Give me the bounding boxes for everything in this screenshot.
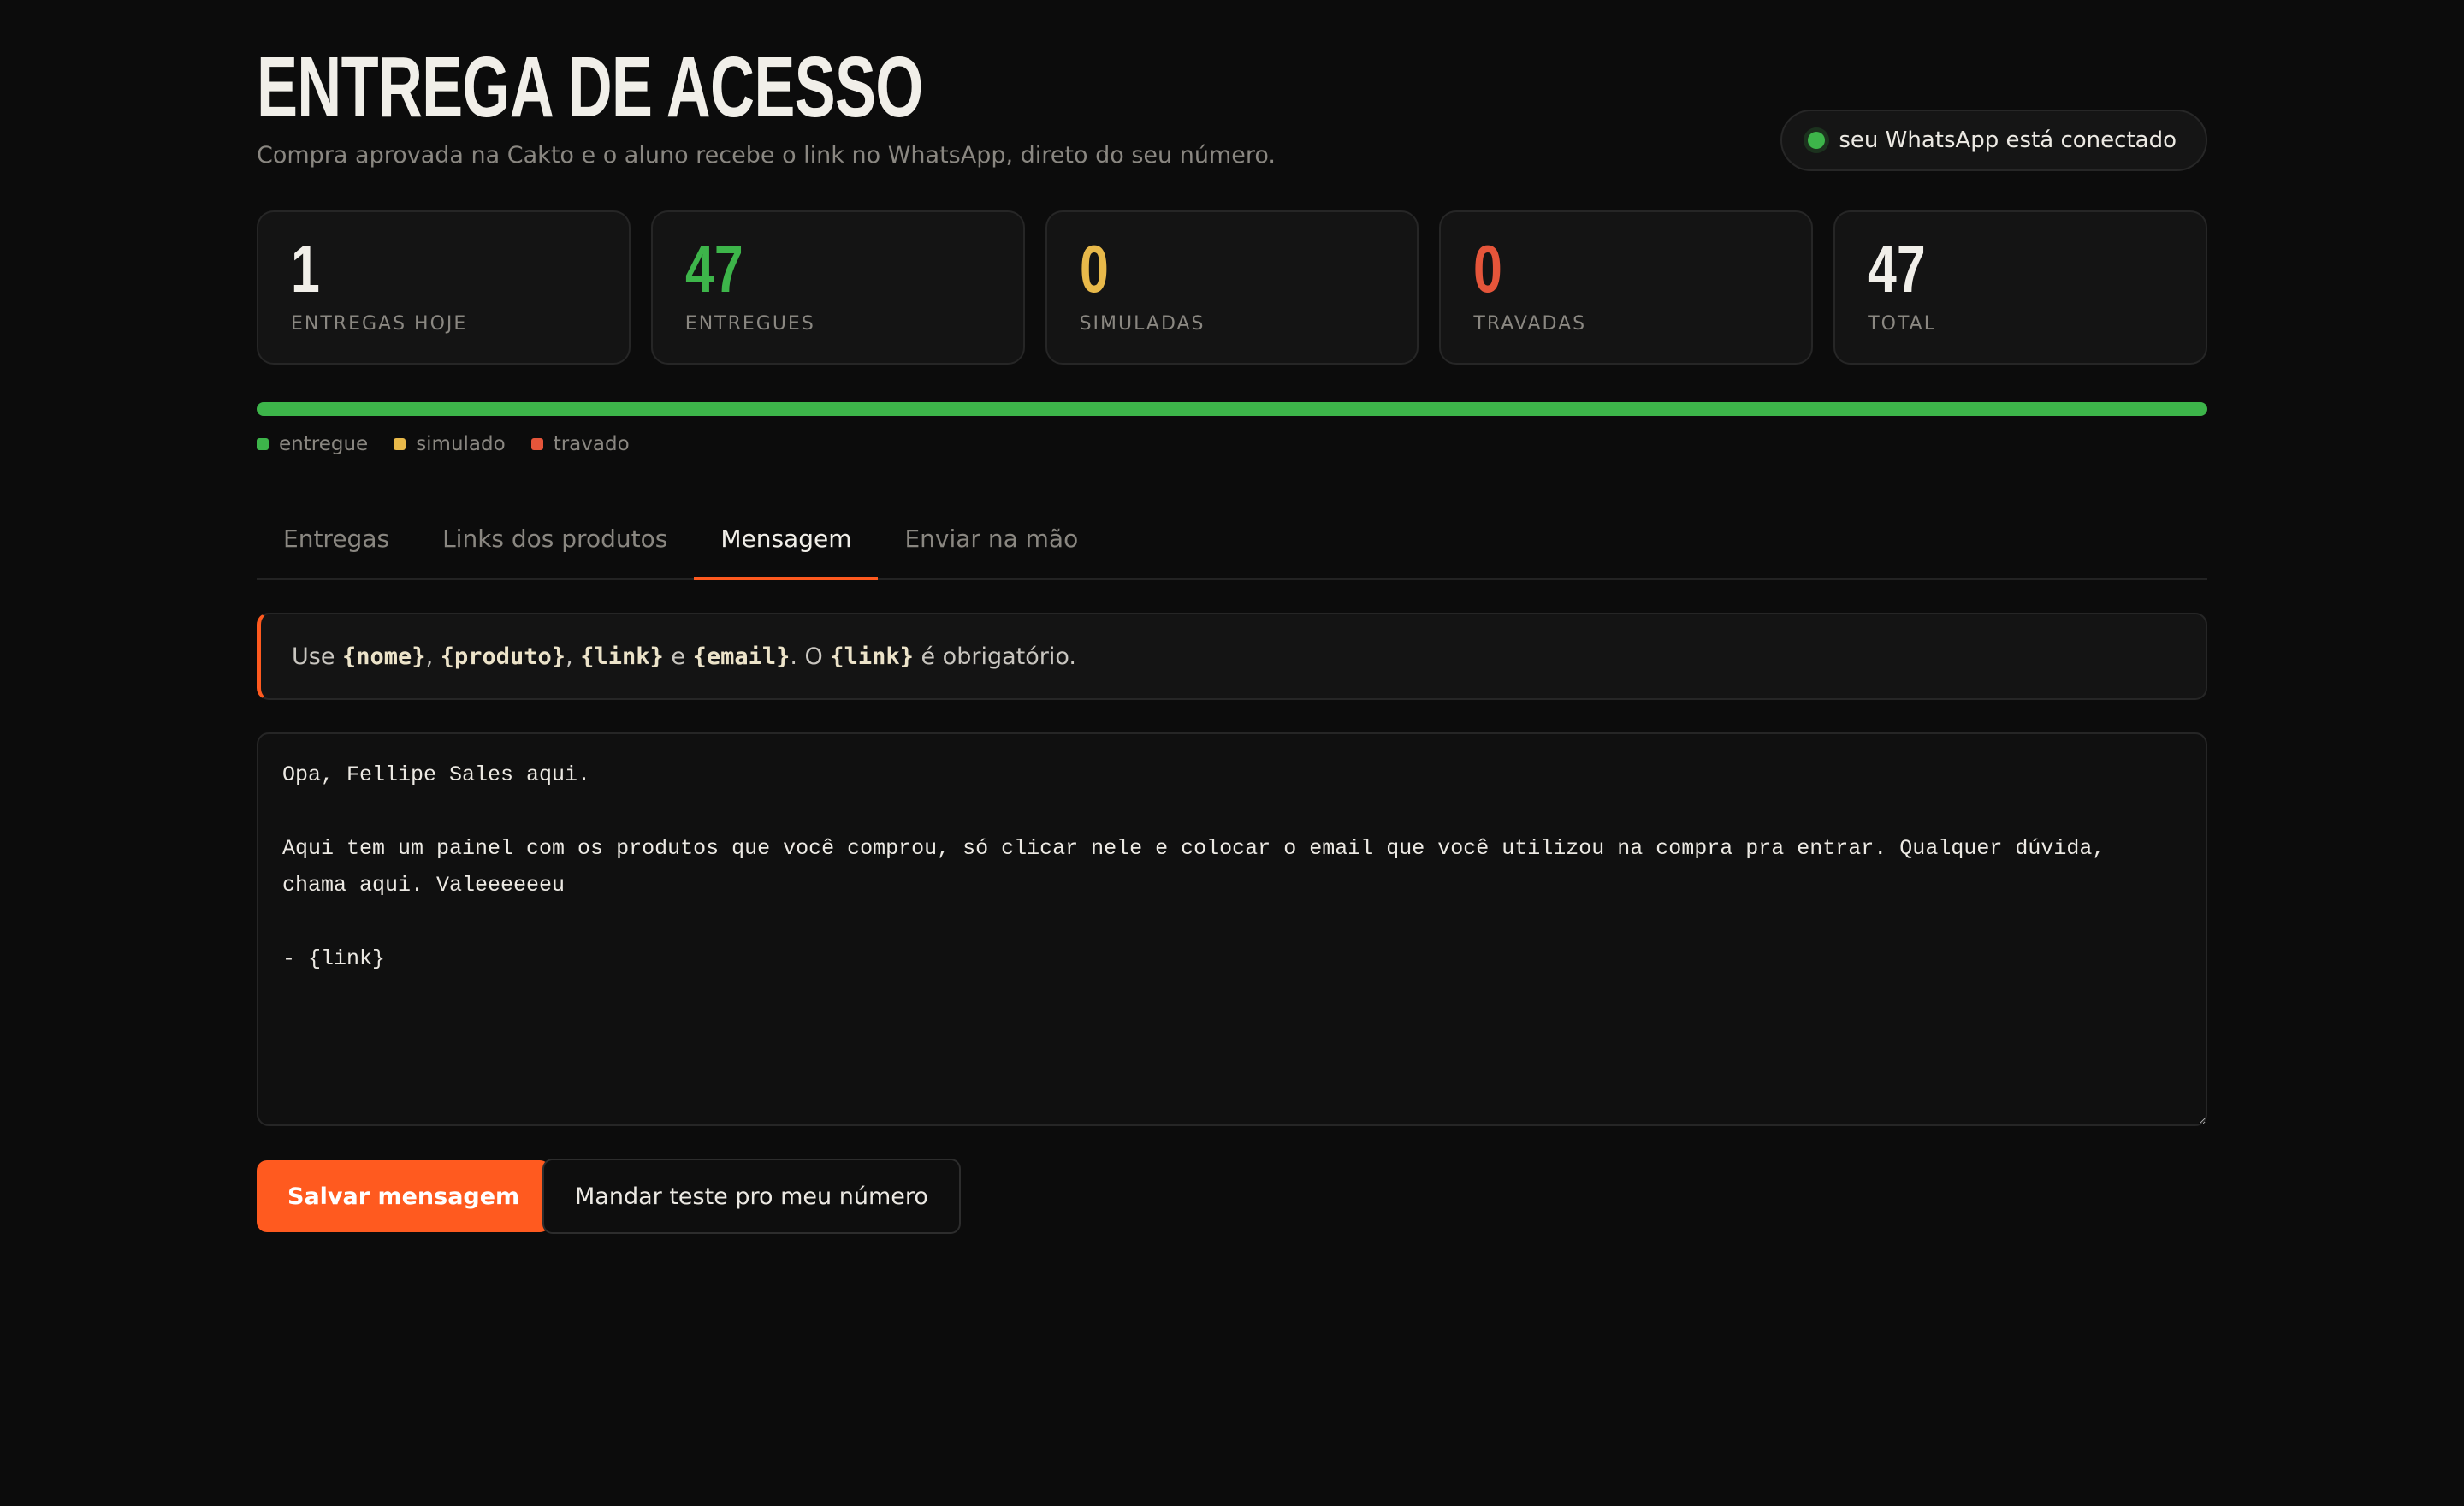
stat-card-simuladas: 0 SIMULADAS [1045, 210, 1419, 365]
legend-swatch-icon [530, 438, 543, 450]
hint-text: , [566, 643, 581, 670]
stat-card-entregas-hoje: 1 ENTREGAS HOJE [257, 210, 631, 365]
tab-bar: Entregas Links dos produtos Mensagem Env… [257, 496, 2207, 580]
page-title: ENTREGA DE ACESSO [257, 39, 923, 135]
hint-text: , [425, 643, 441, 670]
progress-segment-entregue [257, 402, 2207, 416]
send-test-button[interactable]: Mandar teste pro meu número [542, 1159, 961, 1234]
variable-email: {email} [692, 643, 791, 670]
whatsapp-status-badge: seu WhatsApp está conectado [1780, 110, 2207, 171]
variable-link-required: {link} [830, 643, 914, 670]
legend-label: travado [553, 433, 630, 455]
stat-label: ENTREGAS HOJE [291, 313, 468, 335]
delivery-progress-bar [257, 402, 2207, 416]
tab-mensagem[interactable]: Mensagem [694, 496, 879, 580]
progress-legend: entregue simulado travado [257, 433, 630, 455]
legend-item-travado: travado [530, 433, 630, 455]
hint-text: é obrigatório. [913, 643, 1076, 670]
variables-hint: Use {nome}, {produto}, {link} e {email}.… [257, 613, 2207, 700]
legend-swatch-icon [257, 438, 269, 450]
hint-text: . O [790, 643, 831, 670]
stat-value: 47 [684, 231, 743, 306]
legend-label: entregue [279, 433, 369, 455]
variable-produto: {produto} [440, 643, 566, 670]
legend-swatch-icon [394, 438, 406, 450]
tab-entregas[interactable]: Entregas [257, 496, 416, 578]
whatsapp-status-label: seu WhatsApp está conectado [1839, 127, 2177, 153]
stat-label: ENTREGUES [684, 313, 815, 335]
message-template-textarea[interactable]: Opa, Fellipe Sales aqui. Aqui tem um pai… [257, 732, 2207, 1126]
page-subtitle: Compra aprovada na Cakto e o aluno receb… [257, 142, 1276, 169]
connected-status-dot-icon [1808, 132, 1826, 149]
stat-value: 0 [1473, 231, 1503, 306]
variable-link: {link} [580, 643, 664, 670]
variable-nome: {nome} [342, 643, 426, 670]
stat-value: 0 [1079, 231, 1109, 306]
hint-text: Use [292, 643, 343, 670]
hint-text: e [663, 643, 693, 670]
stats-row: 1 ENTREGAS HOJE 47 ENTREGUES 0 SIMULADAS… [257, 210, 2207, 365]
stat-card-entregues: 47 ENTREGUES [650, 210, 1025, 365]
stat-value: 1 [291, 231, 320, 306]
stat-label: TRAVADAS [1473, 313, 1587, 335]
stat-label: TOTAL [1868, 313, 1936, 335]
tab-enviar-na-mao[interactable]: Enviar na mão [878, 496, 1105, 578]
legend-item-entregue: entregue [257, 433, 368, 455]
page: ENTREGA DE ACESSO Compra aprovada na Cak… [0, 0, 2464, 1506]
save-message-button[interactable]: Salvar mensagem [257, 1160, 551, 1232]
legend-label: simulado [416, 433, 506, 455]
stat-value: 47 [1868, 231, 1926, 306]
stat-card-travadas: 0 TRAVADAS [1439, 210, 1814, 365]
tab-links-dos-produtos[interactable]: Links dos produtos [416, 496, 694, 578]
stat-label: SIMULADAS [1079, 313, 1205, 335]
legend-item-simulado: simulado [394, 433, 506, 455]
stat-card-total: 47 TOTAL [1833, 210, 2207, 365]
